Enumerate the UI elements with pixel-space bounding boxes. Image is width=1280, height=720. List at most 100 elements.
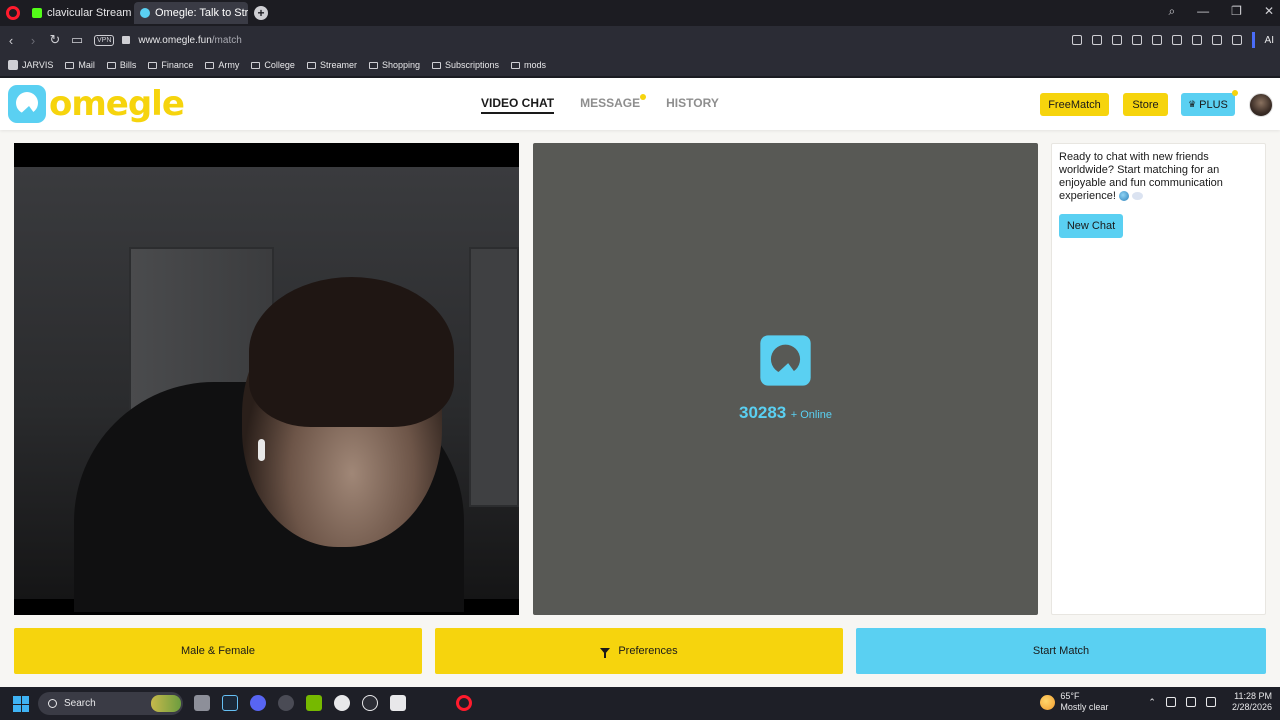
download-icon[interactable]	[1171, 35, 1182, 45]
site-header: omegle VIDEO CHAT MESSAGE HISTORY FreeMa…	[0, 78, 1280, 130]
pinned-apps	[194, 695, 472, 711]
gender-filter-button[interactable]: Male & Female	[14, 628, 422, 674]
bookmark-mail[interactable]: Mail	[65, 60, 95, 70]
tab-omegle[interactable]: Omegle: Talk to Strangers	[134, 2, 248, 24]
weather-temp: 65°F	[1060, 691, 1080, 701]
folder-icon	[65, 61, 75, 69]
online-label: + Online	[790, 409, 832, 421]
store-button[interactable]: Store	[1123, 93, 1168, 116]
opera-menu-icon[interactable]	[6, 6, 20, 20]
remote-video-panel: 30283 + Online	[533, 143, 1038, 615]
reload-icon[interactable]: ↻	[44, 32, 66, 48]
edit-icon[interactable]	[1071, 35, 1082, 45]
new-chat-button[interactable]: New Chat	[1059, 214, 1123, 238]
extensions-icon[interactable]	[1231, 35, 1242, 45]
plus-label: PLUS	[1199, 98, 1228, 111]
windows-start-icon[interactable]	[13, 696, 29, 712]
back-icon[interactable]: ‹	[0, 33, 22, 48]
steam-icon[interactable]	[222, 695, 238, 711]
crown-icon: ♛	[1188, 99, 1197, 109]
chevron-up-icon[interactable]: ⌃	[1148, 697, 1156, 708]
folder-icon	[251, 61, 261, 69]
nav-video-chat[interactable]: VIDEO CHAT	[481, 96, 555, 114]
tab-kick-stream[interactable]: clavicular Stream - Watch	[26, 2, 134, 24]
file-explorer-icon[interactable]	[194, 695, 210, 711]
bookmark-bills[interactable]: Bills	[106, 60, 137, 70]
bookmark-jarvis[interactable]: JARVIS	[8, 60, 53, 70]
taskbar-search[interactable]: Search	[38, 692, 183, 715]
windows-taskbar: Search 65°F Mostly clear ⌃ 11:28 PM 2/28…	[0, 687, 1280, 720]
folder-icon	[148, 61, 158, 69]
browser-tab-bar: clavicular Stream - Watch Omegle: Talk t…	[0, 0, 1280, 26]
new-tab-button[interactable]: +	[254, 6, 268, 20]
tab-island-icon[interactable]: ▭	[66, 32, 88, 48]
sidebar-indicator	[1251, 32, 1255, 48]
system-clock[interactable]: 11:28 PM 2/28/2026	[1232, 691, 1272, 713]
bookmark-college[interactable]: College	[251, 60, 295, 70]
bookmark-subscriptions[interactable]: Subscriptions	[432, 60, 499, 70]
omegle-page: omegle VIDEO CHAT MESSAGE HISTORY FreeMa…	[0, 78, 1280, 687]
weather-desc: Mostly clear	[1060, 702, 1109, 712]
bookmark-label: Streamer	[319, 60, 357, 70]
clock-app-icon[interactable]	[362, 695, 378, 711]
preferences-button[interactable]: Preferences	[435, 628, 843, 674]
bookmark-army[interactable]: Army	[205, 60, 239, 70]
start-match-button[interactable]: Start Match	[856, 628, 1266, 674]
bookmark-finance[interactable]: Finance	[148, 60, 193, 70]
folder-icon	[432, 61, 442, 69]
weather-icon	[1040, 694, 1056, 710]
profile-icon[interactable]	[1211, 35, 1222, 45]
bookmark-label: JARVIS	[22, 60, 54, 70]
omegle-logo-icon	[8, 85, 46, 123]
nav-message-label: MESSAGE	[580, 96, 641, 110]
search-highlight-icon	[151, 695, 181, 712]
ai-button[interactable]: AI	[1265, 35, 1274, 46]
bookmark-label: Bills	[119, 60, 137, 70]
address-bar-tools: AI	[1071, 32, 1274, 48]
lock-icon[interactable]	[122, 36, 131, 44]
nav-history[interactable]: HISTORY	[666, 96, 719, 114]
play-icon[interactable]	[1131, 35, 1142, 45]
microphone-icon[interactable]	[1165, 697, 1176, 707]
main-nav: VIDEO CHAT MESSAGE HISTORY	[481, 94, 719, 114]
speech-bubble-icon	[1131, 192, 1143, 201]
chat-side-panel: Ready to chat with new friends worldwide…	[1051, 143, 1266, 615]
freematch-button[interactable]: FreeMatch	[1040, 93, 1109, 116]
capcut-icon[interactable]	[390, 695, 406, 711]
forward-icon[interactable]: ›	[22, 33, 44, 48]
tab-label: Omegle: Talk to Strangers	[155, 7, 248, 19]
vpn-badge[interactable]: VPN	[94, 34, 115, 46]
minimize-icon[interactable]: —	[1197, 4, 1209, 19]
tab-label: clavicular Stream - Watch	[47, 7, 134, 19]
jarvis-icon	[8, 60, 18, 70]
menu-icon[interactable]	[1191, 35, 1202, 45]
bookmark-streamer[interactable]: Streamer	[306, 60, 357, 70]
shield-icon[interactable]	[1111, 35, 1122, 45]
search-placeholder: Search	[64, 698, 96, 709]
nvidia-icon[interactable]	[306, 695, 322, 711]
heart-icon[interactable]	[1151, 35, 1162, 45]
online-counter: 30283 + Online	[533, 403, 1038, 423]
bookmark-mods[interactable]: mods	[511, 60, 546, 70]
site-logo[interactable]: omegle	[7, 84, 185, 124]
clock-time: 11:28 PM	[1234, 691, 1272, 701]
close-icon[interactable]: ✕	[1264, 4, 1274, 19]
steelseries-icon[interactable]	[334, 695, 350, 711]
maximize-icon[interactable]: ❐	[1231, 4, 1242, 19]
plus-button[interactable]: ♛ PLUS	[1181, 90, 1238, 116]
discord-icon[interactable]	[250, 695, 266, 711]
nav-message[interactable]: MESSAGE	[580, 94, 647, 114]
camera-icon[interactable]	[1091, 35, 1102, 45]
opera-gx-icon[interactable]	[278, 695, 294, 711]
background-door	[469, 247, 519, 507]
online-count: 30283	[738, 403, 787, 422]
opera-icon[interactable]	[456, 695, 472, 711]
bookmark-shopping[interactable]: Shopping	[368, 60, 420, 70]
weather-widget[interactable]: 65°F Mostly clear	[1040, 691, 1108, 713]
tab-search-icon[interactable]: ⌕	[1168, 4, 1175, 19]
address-bar: ‹ › ↻ ▭ VPN www.omegle.fun/match AI	[0, 26, 1280, 54]
avatar[interactable]	[1249, 93, 1273, 117]
wifi-icon[interactable]	[1185, 697, 1196, 707]
url-field[interactable]: www.omegle.fun/match	[138, 35, 241, 46]
volume-icon[interactable]	[1205, 697, 1216, 707]
